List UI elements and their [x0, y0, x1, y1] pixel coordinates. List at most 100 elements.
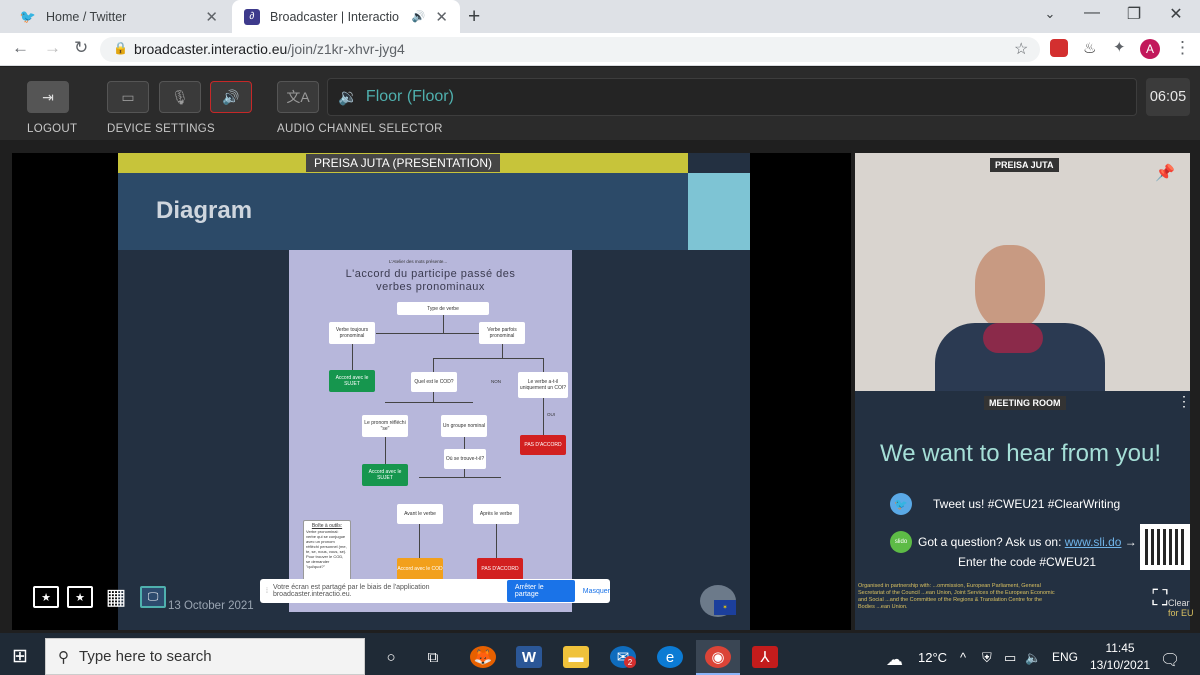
slide-corner-decoration	[688, 173, 750, 250]
screen-share-icon: 🖵	[147, 590, 159, 603]
extension-flame-icon[interactable]: ♨	[1083, 39, 1096, 57]
toolbox-text: Verbe pronominal: verbe qui se conjugue …	[306, 529, 347, 569]
connector	[464, 469, 465, 477]
url-text[interactable]: broadcaster.interactio.eu/join/z1kr-xhvr…	[134, 41, 405, 57]
doc-title-line2: verbes pronominaux	[376, 281, 485, 293]
slido-icon: slido	[890, 531, 912, 553]
menu-icon[interactable]: ⋮	[1174, 38, 1191, 58]
url-host: broadcaster.interactio.eu	[134, 41, 288, 57]
more-options-icon[interactable]: ⋮	[1177, 393, 1191, 410]
clear-logo: Clear for EU	[1168, 598, 1194, 618]
node-groupe: Un groupe nominal	[441, 415, 487, 437]
forward-icon[interactable]: →	[44, 38, 61, 58]
label-oui: OUI	[547, 412, 556, 417]
acrobat-icon[interactable]: ⅄	[752, 646, 778, 668]
connector	[443, 315, 444, 333]
close-icon[interactable]: ✕	[205, 8, 218, 26]
firefox-icon[interactable]: 🦊	[470, 646, 496, 668]
volume-icon[interactable]: 🔈	[1025, 650, 1041, 666]
clock-time: 11:45	[1105, 641, 1135, 655]
window-close-icon[interactable]: ✕	[1156, 4, 1196, 24]
language-indicator[interactable]: ENG	[1052, 650, 1078, 664]
weather-temp[interactable]: 12°C	[918, 650, 947, 665]
puzzle-icon[interactable]: ✦	[1113, 38, 1126, 56]
node-ou: Où se trouve-t-il?	[444, 449, 486, 469]
node-accord-sujet-2: Accord avec le SUJET	[362, 464, 408, 486]
restore-icon[interactable]: ❐	[1114, 4, 1154, 24]
reload-icon[interactable]: ↻	[74, 38, 88, 58]
node-toujours: Verbe toujours pronominal	[329, 322, 375, 344]
windows-start-icon[interactable]: ⊞	[12, 645, 28, 668]
new-tab-icon[interactable]: +	[468, 5, 480, 29]
node-avant: Avant le verbe	[397, 504, 443, 524]
layout-grid-button[interactable]: ▦	[103, 584, 129, 609]
speaker-icon: 🔊	[222, 88, 240, 105]
connector	[419, 477, 501, 478]
tab-search-icon[interactable]: ⌄	[1030, 6, 1070, 22]
word-icon[interactable]: W	[516, 646, 542, 668]
connector	[352, 344, 353, 370]
camera-button[interactable]: ▭	[107, 81, 149, 113]
hide-button[interactable]: Masquer	[583, 588, 610, 595]
logout-label: LOGOUT	[27, 123, 78, 135]
layout-pin-button[interactable]: ★	[67, 586, 93, 608]
layout-speaker-button[interactable]: ★	[33, 586, 59, 608]
tab-twitter[interactable]: 🐦 Home / Twitter ✕	[8, 0, 230, 33]
node-pronom: Le pronom réfléchi "se"	[362, 415, 408, 437]
bookmark-star-icon[interactable]: ☆	[1014, 39, 1028, 59]
node-type: Type de verbe	[397, 302, 489, 315]
speaker-button[interactable]: 🔊	[210, 81, 252, 113]
stop-sharing-button[interactable]: Arrêter le partage	[506, 580, 575, 602]
layout-screen-button[interactable]: 🖵	[140, 586, 166, 608]
interactio-icon: ∂	[244, 8, 260, 25]
tab-title: Home / Twitter	[46, 9, 127, 24]
channel-name: Floor (Floor)	[365, 88, 454, 105]
file-explorer-icon[interactable]: ▬	[563, 646, 589, 668]
security-icon[interactable]: ⛨	[982, 650, 992, 666]
twitter-icon: 🐦	[19, 8, 37, 24]
connector	[385, 402, 473, 403]
room-label: MEETING ROOM	[984, 396, 1066, 410]
edge-icon[interactable]: e	[657, 646, 683, 668]
node-apres: Après le verbe	[473, 504, 519, 524]
extension-icon[interactable]	[1050, 39, 1068, 57]
speaker-name-label: PREISA JUTA	[990, 158, 1059, 172]
language-button[interactable]: 文A	[277, 81, 319, 113]
grid-icon: ▦	[105, 584, 127, 609]
doc-subtitle: L'Atelier des mots présente...	[389, 259, 448, 264]
speaker-face	[975, 245, 1045, 330]
speaker-icon[interactable]: 🔊	[412, 10, 426, 23]
slido-link[interactable]: www.sli.do	[1065, 535, 1122, 549]
doc-title-line1: L'accord du participe passé des	[345, 268, 516, 280]
twitter-icon: 🐦	[890, 493, 912, 515]
code-text: Enter the code #CWEU21	[958, 555, 1097, 569]
taskbar-clock[interactable]: 11:45 13/10/2021	[1090, 640, 1150, 674]
channel-selector[interactable]: 🔉 Floor (Floor)	[327, 78, 1137, 116]
tab-title: Broadcaster | Interactio	[270, 9, 400, 24]
tray-chevron-icon[interactable]: ^	[960, 650, 966, 665]
drag-handle-icon[interactable]: ⁞	[266, 588, 268, 595]
chrome-icon[interactable]: ◉	[705, 646, 731, 668]
cortana-icon[interactable]: ○	[378, 646, 404, 668]
arrow-icon: →	[1124, 535, 1137, 549]
connector	[433, 392, 434, 402]
battery-icon[interactable]: ▭	[1004, 650, 1016, 666]
tab-interactio[interactable]: ∂ Broadcaster | Interactio 🔊 ✕	[232, 0, 460, 33]
clear-logo-text-2: for EU	[1168, 608, 1194, 618]
question-text: Got a question? Ask us on: www.sli.do →	[918, 535, 1137, 549]
pin-icon[interactable]: 📌	[1155, 163, 1175, 183]
avatar[interactable]: A	[1140, 39, 1160, 59]
close-icon[interactable]: ✕	[435, 8, 448, 26]
logout-button[interactable]: ⇥	[27, 81, 69, 113]
minimize-icon[interactable]: —	[1072, 4, 1112, 22]
lock-icon[interactable]: 🔒	[113, 41, 128, 55]
timer: 06:05	[1146, 78, 1190, 116]
weather-icon[interactable]: ☁	[886, 650, 903, 670]
notification-center-icon[interactable]: 🗨	[1160, 650, 1180, 670]
presenter-bar: PREISA JUTA (PRESENTATION)	[118, 153, 688, 173]
mic-button[interactable]: 🎙	[159, 81, 201, 113]
tweet-text: Tweet us! #CWEU21 #ClearWriting	[933, 497, 1121, 511]
task-view-icon[interactable]: ⧉	[420, 646, 446, 668]
taskbar-search[interactable]: ⚲ Type here to search	[45, 638, 365, 675]
back-icon[interactable]: ←	[12, 38, 29, 58]
